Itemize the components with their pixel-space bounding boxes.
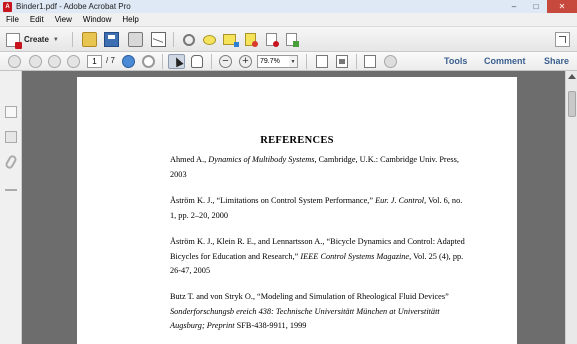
export-icon[interactable]: [286, 33, 299, 47]
create-pdf-icon: [6, 32, 22, 49]
toolbar-divider: [162, 54, 163, 69]
reference-entry: Åström K. J., Klein R. E., and Lennartss…: [170, 235, 470, 279]
window-controls: – □ ✕: [503, 0, 577, 13]
zoom-out-icon[interactable]: −: [219, 55, 232, 68]
menu-window[interactable]: Window: [77, 15, 116, 24]
page-total-label: / 7: [106, 56, 115, 65]
folder-open-icon[interactable]: [82, 32, 97, 47]
comment-pane-link[interactable]: Comment: [484, 56, 526, 66]
select-tool-icon[interactable]: [168, 54, 185, 69]
sign-document-icon[interactable]: [364, 55, 376, 68]
print-icon[interactable]: [128, 32, 143, 47]
reference-entry: Butz T. and von Stryk O., “Modeling and …: [170, 290, 470, 334]
create-dropdown-icon: ▼: [52, 36, 59, 43]
menu-edit[interactable]: Edit: [24, 15, 49, 24]
menu-view[interactable]: View: [49, 15, 77, 24]
toolbar-divider: [306, 54, 307, 69]
expand-icon[interactable]: [555, 32, 570, 47]
pdf-icon[interactable]: [266, 33, 279, 47]
ref-text: Åström K. J., “Limitations on Control Sy…: [170, 196, 376, 205]
next-view-icon[interactable]: [142, 55, 155, 68]
zoom-dropdown-icon[interactable]: ▼: [289, 55, 298, 68]
menu-help[interactable]: Help: [116, 15, 143, 24]
title-bar: A Binder1.pdf - Adobe Acrobat Pro – □ ✕: [0, 0, 577, 13]
ref-italic: IEEE Control Systems Magazine,: [300, 251, 412, 261]
ref-text: Ahmed A.,: [170, 155, 209, 164]
previous-view-icon[interactable]: [122, 55, 135, 68]
toolbar-divider: [72, 32, 73, 47]
scroll-up-icon[interactable]: [568, 74, 576, 79]
acrobat-app-icon: A: [3, 1, 12, 12]
page-number-input[interactable]: 1: [87, 55, 102, 68]
pdf-page: REFERENCES Ahmed A., Dynamics of Multibo…: [77, 77, 517, 344]
previous-page-icon[interactable]: [29, 55, 42, 68]
close-button[interactable]: ✕: [547, 0, 577, 13]
comment-icon[interactable]: [203, 35, 216, 45]
vertical-scrollbar[interactable]: [565, 71, 577, 344]
maximize-button[interactable]: □: [525, 0, 547, 13]
reference-entry: Ahmed A., Dynamics of Multibody Systems,…: [170, 153, 470, 182]
document-view[interactable]: REFERENCES Ahmed A., Dynamics of Multibo…: [22, 71, 565, 344]
review-icon[interactable]: [384, 55, 397, 68]
ref-italic: Eur. J. Control,: [375, 196, 427, 205]
create-label: Create: [24, 35, 49, 44]
navigation-pane: [0, 71, 22, 344]
page-thumbnails-icon[interactable]: [5, 106, 17, 118]
toolbar-divider: [173, 32, 174, 47]
email-icon[interactable]: [151, 32, 166, 47]
window-title: Binder1.pdf - Adobe Acrobat Pro: [16, 2, 131, 11]
ref-italic: Dynamics of Multibody Systems: [208, 155, 315, 164]
zoom-level-input[interactable]: 79.7%: [257, 55, 290, 68]
toolbar-divider: [211, 54, 212, 69]
highlight-icon[interactable]: [245, 33, 258, 47]
last-page-icon[interactable]: [67, 55, 80, 68]
navigation-toolbar: 1 / 7 − + 79.7% ▼ Tools Comment Share: [0, 52, 577, 71]
sticky-note-icon[interactable]: [223, 34, 239, 47]
gear-icon[interactable]: [183, 34, 195, 46]
zoom-in-icon[interactable]: +: [239, 55, 252, 68]
sidebar-toggle-icon[interactable]: [8, 55, 21, 68]
signatures-icon[interactable]: [5, 183, 17, 191]
create-button[interactable]: Create ▼: [6, 32, 59, 49]
page-heading: REFERENCES: [260, 135, 334, 146]
fit-page-icon[interactable]: [316, 55, 328, 68]
ref-text: Butz T. and von Stryk O., “Modeling and …: [170, 292, 449, 301]
toolbar-divider: [356, 54, 357, 69]
bookmarks-icon[interactable]: [5, 131, 17, 143]
menu-bar: File Edit View Window Help: [0, 13, 577, 27]
main-toolbar: Create ▼: [0, 27, 577, 52]
scrollbar-thumb[interactable]: [568, 91, 576, 117]
save-icon[interactable]: [104, 32, 119, 47]
tools-pane-link[interactable]: Tools: [444, 56, 467, 66]
fit-width-icon[interactable]: [336, 55, 348, 68]
reference-entry: Åström K. J., “Limitations on Control Sy…: [170, 194, 470, 223]
menu-file[interactable]: File: [0, 15, 24, 24]
share-pane-link[interactable]: Share: [544, 56, 569, 66]
minimize-button[interactable]: –: [503, 0, 525, 13]
next-page-icon[interactable]: [48, 55, 61, 68]
attachments-icon[interactable]: [4, 153, 18, 171]
hand-tool-icon[interactable]: [191, 55, 203, 68]
ref-text: SFB-438-9911, 1999: [234, 321, 307, 330]
